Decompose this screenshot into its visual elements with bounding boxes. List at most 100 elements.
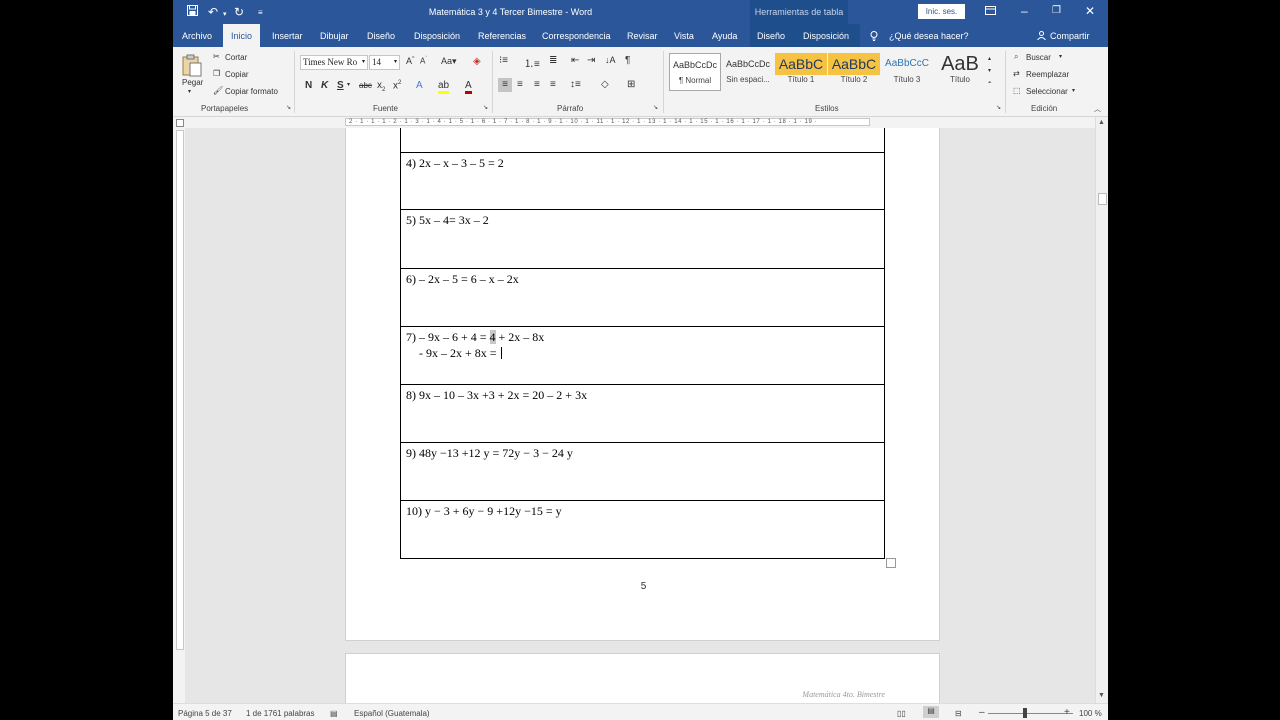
cut-button[interactable]: Cortar — [225, 53, 247, 62]
table-row[interactable] — [400, 128, 885, 153]
style-heading-3[interactable]: AaBbCcC Título 3 — [881, 53, 933, 91]
restore-icon[interactable]: ❐ — [1052, 5, 1061, 16]
font-launcher-icon[interactable]: ↘ — [483, 104, 488, 111]
equations-table[interactable]: 4) 2x – x – 3 – 5 = 2 5) 5x – 4= 3x – 2 … — [400, 128, 885, 559]
paste-button-label[interactable]: Pegar — [182, 78, 203, 87]
document-page[interactable]: 4) 2x – x – 3 – 5 = 2 5) 5x – 4= 3x – 2 … — [345, 128, 940, 641]
bullets-icon[interactable]: ⁝≡ — [499, 55, 508, 66]
align-left-icon[interactable]: ≡ — [498, 78, 512, 92]
borders-icon[interactable]: ⊞ — [627, 79, 635, 90]
multilevel-list-icon[interactable]: ≣ — [549, 55, 557, 66]
italic-icon[interactable]: K — [321, 80, 328, 91]
style-title[interactable]: AaB Título — [934, 53, 986, 91]
table-cell[interactable]: 9) 48y −13 +12 y = 72y − 3 − 24 y — [400, 441, 885, 501]
zoom-slider[interactable] — [988, 713, 1073, 714]
table-cell[interactable] — [400, 128, 885, 153]
subscript-icon[interactable]: x2 — [377, 80, 385, 93]
scroll-down-icon[interactable]: ▼ — [1098, 692, 1105, 699]
decrease-indent-icon[interactable]: ⇤ — [571, 55, 579, 66]
web-layout-icon[interactable]: ⊟ — [955, 709, 962, 718]
tab-disposicion[interactable]: Disposición — [414, 31, 460, 41]
zoom-slider-thumb[interactable] — [1023, 708, 1027, 718]
styles-scroll-down-icon[interactable]: ▾ — [988, 67, 991, 74]
document-canvas[interactable]: 4) 2x – x – 3 – 5 = 2 5) 5x – 4= 3x – 2 … — [185, 128, 1095, 703]
font-color-icon[interactable]: A — [465, 80, 472, 94]
superscript-icon[interactable]: x2 — [393, 80, 401, 91]
table-cell[interactable]: 8) 9x – 10 – 3x +3 + 2x = 20 – 2 + 3x — [400, 383, 885, 443]
table-cell[interactable]: 7) – 9x – 6 + 4 = 4 + 2x – 8x - 9x – 2x … — [400, 325, 885, 385]
align-right-icon[interactable]: ≡ — [534, 79, 540, 90]
strikethrough-icon[interactable]: abc — [359, 81, 372, 90]
table-resize-handle[interactable] — [886, 558, 896, 568]
paste-dropdown-icon[interactable]: ▾ — [188, 88, 191, 95]
find-dropdown-icon[interactable]: ▾ — [1059, 53, 1062, 60]
select-icon[interactable]: ⬚ — [1013, 86, 1021, 95]
cut-icon[interactable]: ✂ — [213, 52, 220, 61]
table-cell[interactable]: 4) 2x – x – 3 – 5 = 2 — [400, 151, 885, 210]
tab-dibujar[interactable]: Dibujar — [320, 31, 349, 41]
tab-revisar[interactable]: Revisar — [627, 31, 658, 41]
style-no-spacing[interactable]: AaBbCcDc Sin espaci... — [722, 53, 774, 91]
zoom-out-icon[interactable]: – — [979, 707, 985, 718]
document-page-next[interactable]: Matemática 4to. Bimestre — [345, 653, 940, 703]
table-row[interactable]: 6) – 2x – 5 = 6 – x – 2x — [400, 267, 885, 327]
ribbon-display-options-icon[interactable] — [985, 4, 996, 18]
font-name-combo[interactable]: Times New Ro ▾ — [300, 55, 368, 70]
vertical-scrollbar[interactable]: ▲ ▼ — [1095, 117, 1108, 703]
font-size-combo[interactable]: 14 ▾ — [369, 55, 400, 70]
shrink-font-icon[interactable]: Aˇ — [420, 56, 427, 66]
styles-scroll-up-icon[interactable]: ▴ — [988, 55, 991, 62]
styles-launcher-icon[interactable]: ↘ — [996, 104, 1001, 111]
align-center-icon[interactable]: ≡ — [517, 79, 523, 90]
table-row[interactable]: 10) y − 3 + 6y − 9 +12y −15 = y — [400, 499, 885, 559]
language-status[interactable]: Español (Guatemala) — [354, 709, 430, 718]
zoom-in-icon[interactable]: + — [1064, 707, 1070, 718]
share-icon[interactable] — [1037, 31, 1046, 42]
table-row[interactable]: 4) 2x – x – 3 – 5 = 2 — [400, 151, 885, 210]
style-heading-2[interactable]: AaBbC Título 2 — [828, 53, 880, 91]
style-heading-1[interactable]: AaBbC Título 1 — [775, 53, 827, 91]
styles-more-icon[interactable]: ⩡ — [988, 80, 991, 87]
show-marks-icon[interactable]: ¶ — [625, 55, 630, 66]
paste-icon[interactable] — [181, 53, 203, 77]
table-cell[interactable]: 6) – 2x – 5 = 6 – x – 2x — [400, 267, 885, 327]
tell-me-search[interactable]: ¿Qué desea hacer? — [889, 31, 969, 41]
tab-diseno[interactable]: Diseño — [367, 31, 395, 41]
clipboard-launcher-icon[interactable]: ↘ — [286, 104, 291, 111]
tab-table-design[interactable]: Diseño — [750, 24, 792, 47]
horizontal-ruler[interactable]: 2 · 1 · 1 · 1 · 2 · 1 · 3 · 1 · 4 · 1 · … — [345, 117, 1108, 127]
format-painter-icon[interactable]: 🖌 — [213, 86, 223, 95]
minimize-icon[interactable]: – — [1021, 4, 1028, 18]
word-count-status[interactable]: 1 de 1761 palabras — [246, 709, 315, 718]
grow-font-icon[interactable]: A^ — [406, 56, 414, 66]
sort-icon[interactable]: ↓A — [605, 55, 616, 65]
font-size-dropdown-icon[interactable]: ▾ — [394, 56, 397, 69]
tab-selector[interactable] — [176, 119, 184, 127]
tab-table-layout[interactable]: Disposición — [792, 24, 860, 47]
tab-vista[interactable]: Vista — [674, 31, 694, 41]
table-cell[interactable]: 5) 5x – 4= 3x – 2 — [400, 208, 885, 269]
table-row[interactable]: 7) – 9x – 6 + 4 = 4 + 2x – 8x - 9x – 2x … — [400, 325, 885, 385]
table-row[interactable]: 5) 5x – 4= 3x – 2 — [400, 208, 885, 269]
sign-in-button[interactable]: Inic. ses. — [918, 4, 965, 19]
tab-inicio[interactable]: Inicio — [223, 24, 260, 47]
table-cell[interactable]: 10) y − 3 + 6y − 9 +12y −15 = y — [400, 499, 885, 559]
underline-dropdown-icon[interactable]: ▾ — [347, 81, 350, 88]
table-row[interactable]: 9) 48y −13 +12 y = 72y − 3 − 24 y — [400, 441, 885, 501]
tab-archivo[interactable]: Archivo — [182, 31, 212, 41]
underline-icon[interactable]: S — [337, 80, 344, 91]
change-case-icon[interactable]: Aa▾ — [441, 56, 457, 67]
text-effects-icon[interactable]: A — [416, 80, 423, 91]
scroll-up-icon[interactable]: ▲ — [1098, 119, 1105, 126]
format-painter-button[interactable]: Copiar formato — [225, 87, 278, 96]
replace-button[interactable]: Reemplazar — [1026, 70, 1069, 79]
scrollbar-thumb[interactable] — [1098, 193, 1107, 205]
tab-referencias[interactable]: Referencias — [478, 31, 526, 41]
page-count-status[interactable]: Página 5 de 37 — [178, 709, 232, 718]
read-mode-icon[interactable]: ▯▯ — [897, 709, 906, 718]
collapse-ribbon-icon[interactable]: ︿ — [1094, 104, 1101, 114]
justify-icon[interactable]: ≡ — [550, 79, 556, 90]
style-normal[interactable]: AaBbCcDc ¶ Normal — [669, 53, 721, 91]
select-dropdown-icon[interactable]: ▾ — [1072, 87, 1075, 94]
vertical-ruler[interactable] — [176, 130, 184, 650]
